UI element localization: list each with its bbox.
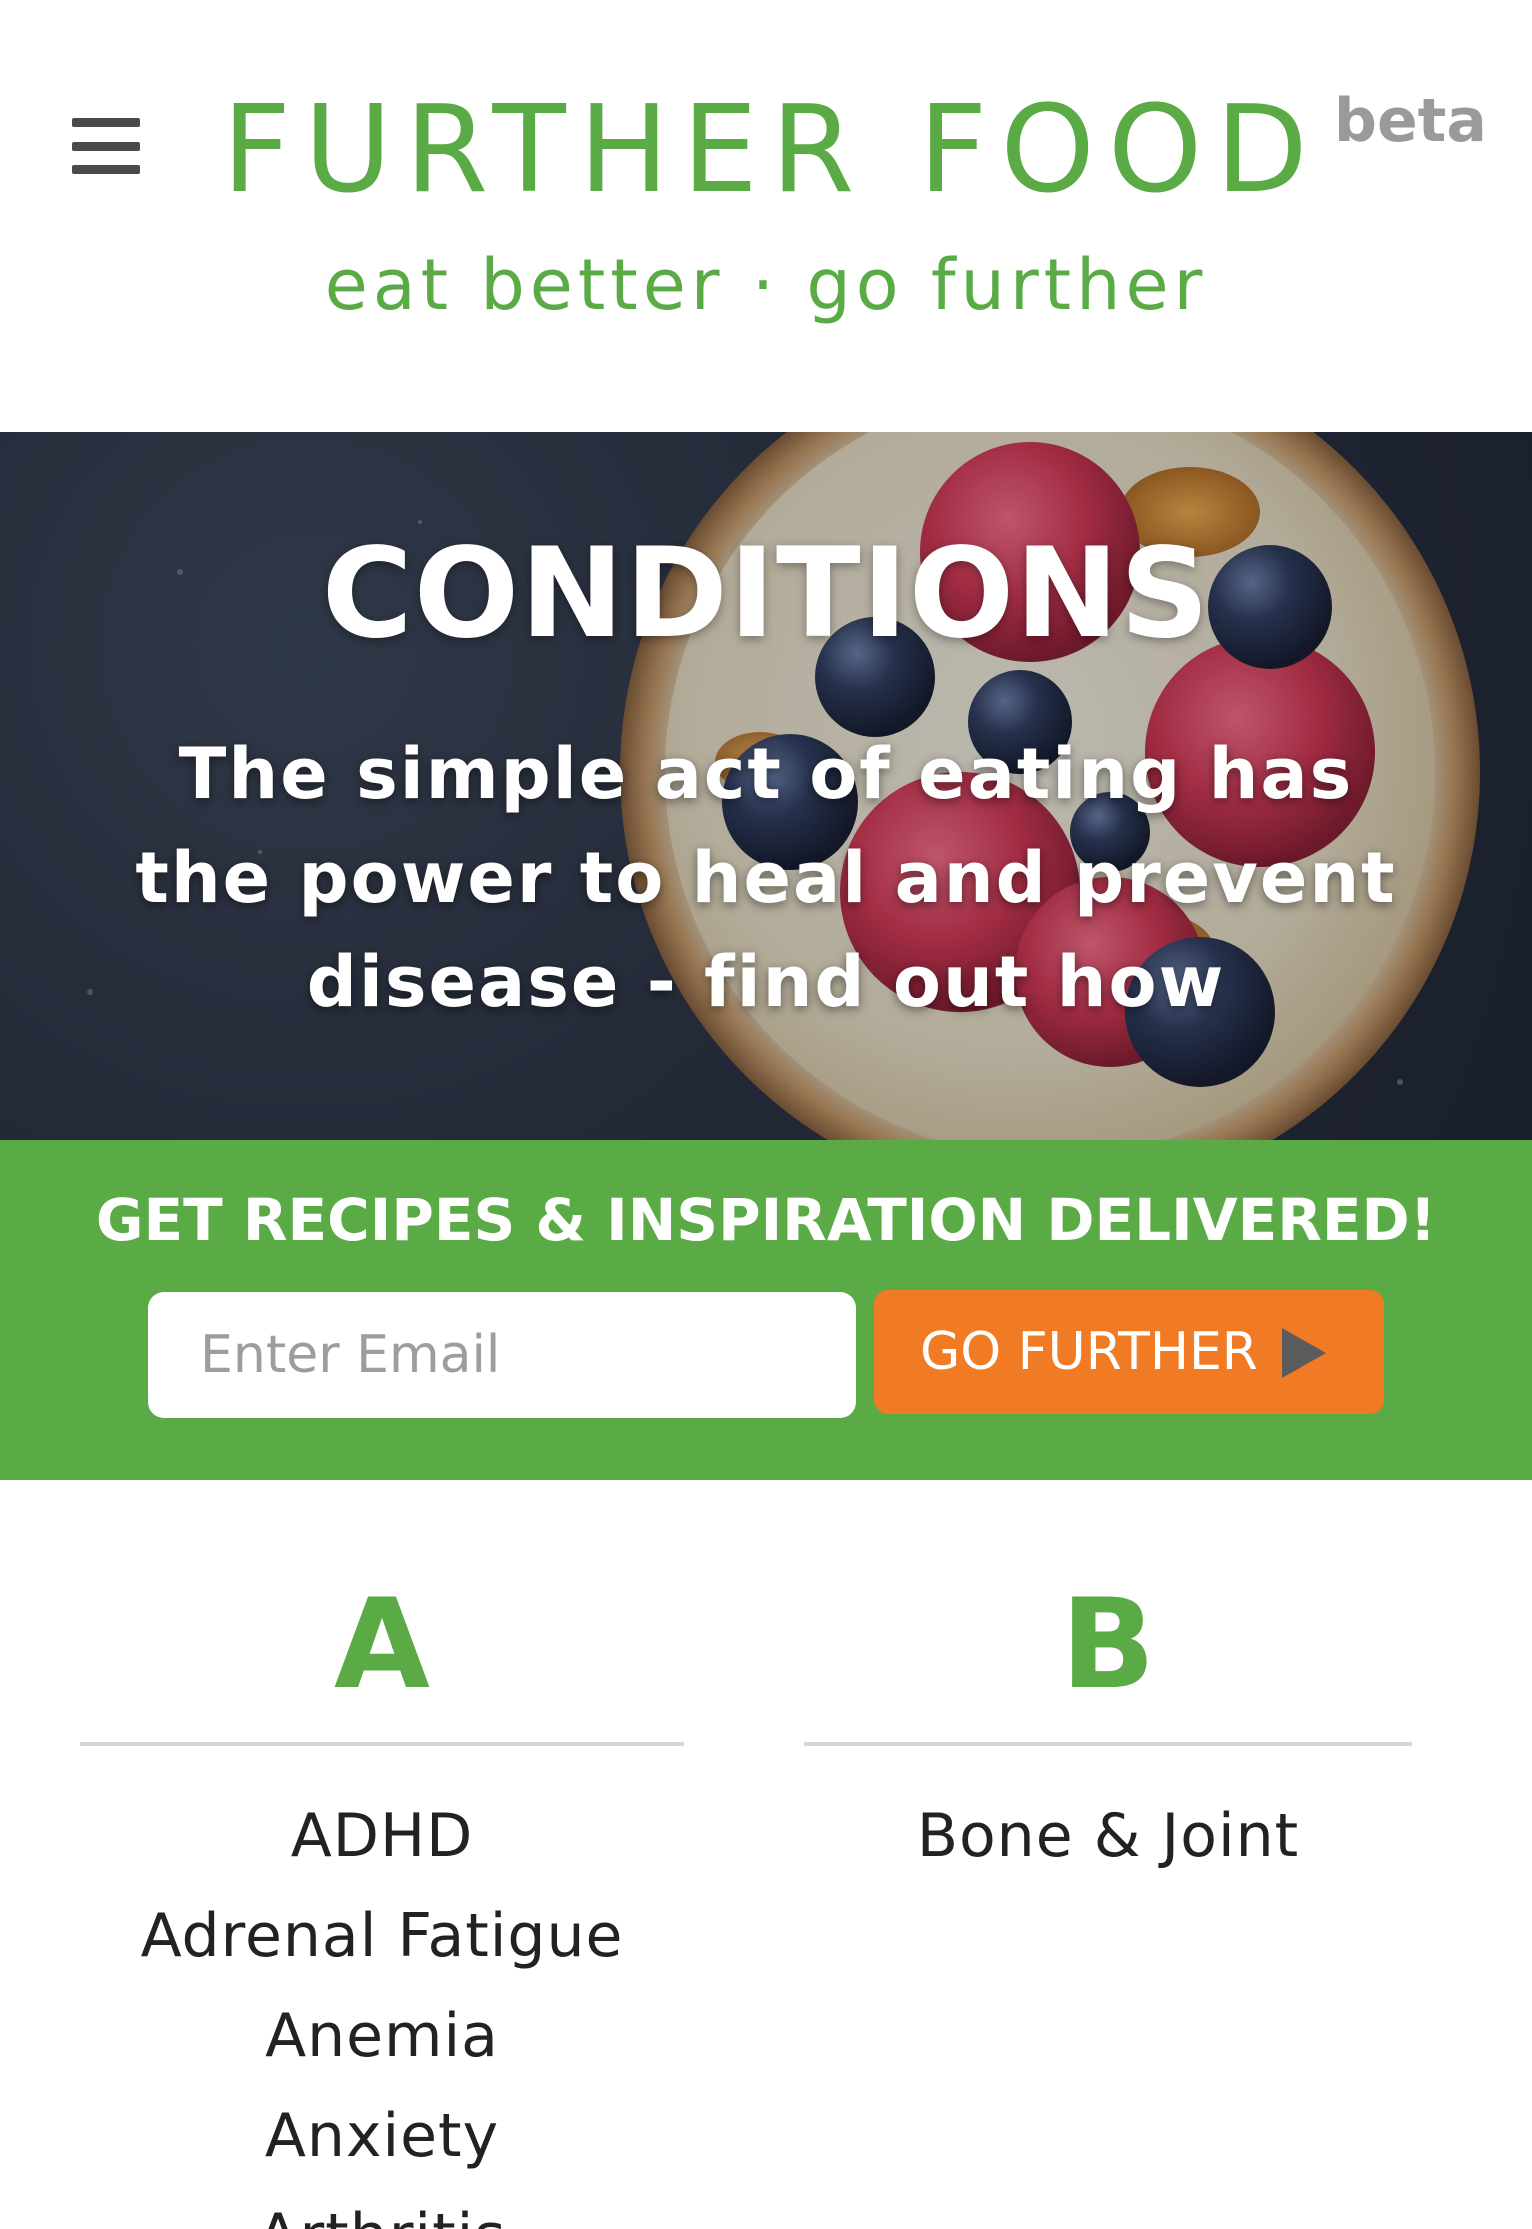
condition-list: ADHD Adrenal Fatigue Anemia Anxiety Arth…: [80, 1786, 684, 2229]
hero-banner: CONDITIONS The simple act of eating has …: [0, 432, 1532, 1140]
go-further-button[interactable]: GO FURTHER: [874, 1290, 1384, 1414]
email-input[interactable]: [148, 1292, 856, 1418]
site-header: FURTHER FOOD beta eat better · go furthe…: [0, 0, 1532, 432]
condition-link[interactable]: Bone & Joint: [804, 1786, 1412, 1886]
page-title: CONDITIONS: [321, 522, 1211, 666]
play-arrow-icon: [1282, 1328, 1326, 1378]
letter-column-a: A ADHD Adrenal Fatigue Anemia Anxiety Ar…: [80, 1480, 684, 2229]
condition-link[interactable]: Adrenal Fatigue: [80, 1886, 684, 1986]
menu-bar: [72, 118, 140, 127]
hero-subtitle: The simple act of eating has the power t…: [135, 733, 1397, 1023]
letter-heading: A: [334, 1573, 430, 1717]
condition-link[interactable]: ADHD: [80, 1786, 684, 1886]
hamburger-menu-icon[interactable]: [72, 118, 140, 174]
conditions-index: A ADHD Adrenal Fatigue Anemia Anxiety Ar…: [0, 1480, 1532, 2229]
newsletter-signup: GET RECIPES & INSPIRATION DELIVERED! GO …: [0, 1140, 1532, 1480]
go-further-label: GO FURTHER: [920, 1322, 1258, 1382]
condition-link[interactable]: Arthritis: [80, 2186, 684, 2229]
condition-list: Bone & Joint: [804, 1786, 1412, 1886]
site-logo[interactable]: FURTHER FOOD: [222, 86, 1312, 216]
beta-badge: beta: [1334, 86, 1487, 156]
divider: [804, 1742, 1412, 1746]
letter-column-b: B Bone & Joint: [804, 1480, 1412, 1886]
menu-bar: [72, 165, 140, 174]
site-tagline: eat better · go further: [324, 244, 1208, 326]
letter-heading: B: [1060, 1573, 1156, 1717]
menu-bar: [72, 141, 140, 151]
divider: [80, 1742, 684, 1746]
condition-link[interactable]: Anxiety: [80, 2086, 684, 2186]
condition-link[interactable]: Anemia: [80, 1986, 684, 2086]
signup-heading: GET RECIPES & INSPIRATION DELIVERED!: [95, 1186, 1437, 1254]
